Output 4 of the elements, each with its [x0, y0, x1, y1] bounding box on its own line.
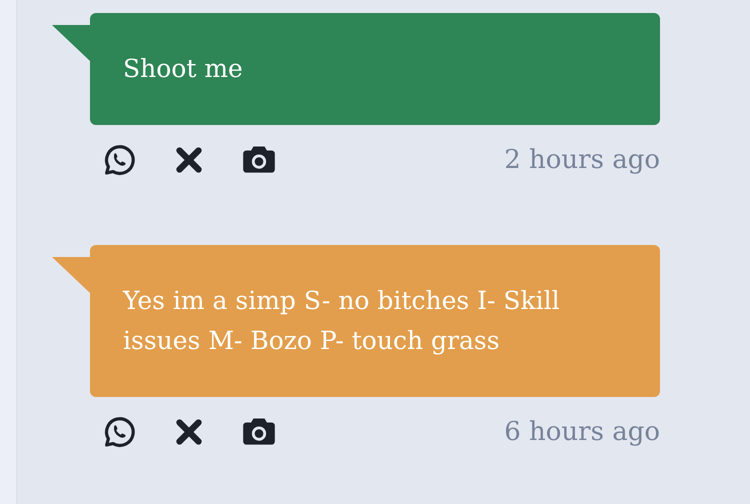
- message-text: Shoot me: [123, 53, 244, 85]
- timestamp: 2 hours ago: [504, 145, 660, 175]
- message-text: Yes im a simp S- no bitches I- Skill issues M- Bozo P- touch grass: [123, 285, 561, 357]
- timestamp: 6 hours ago: [504, 417, 660, 447]
